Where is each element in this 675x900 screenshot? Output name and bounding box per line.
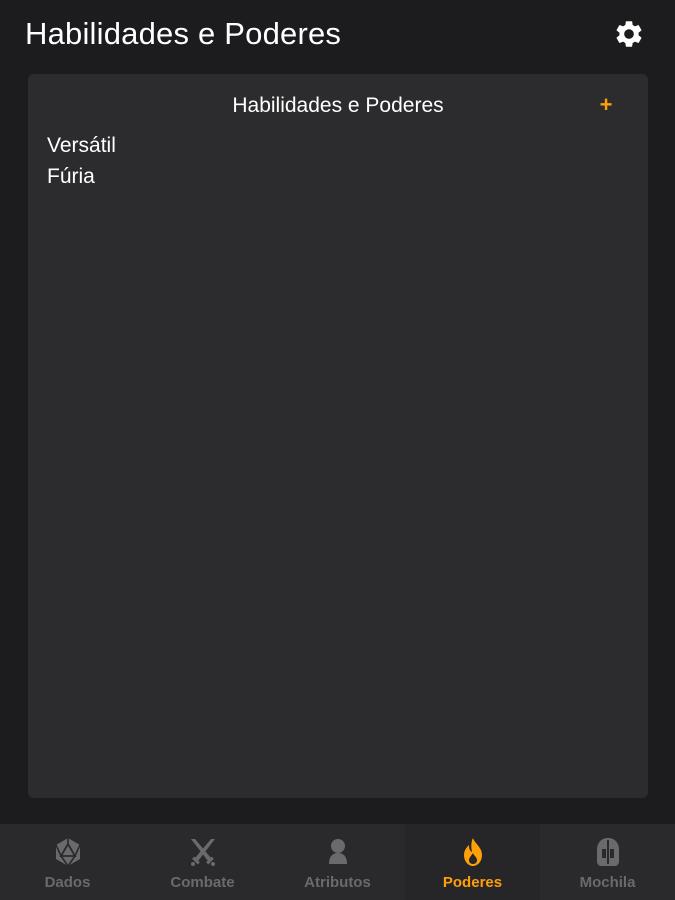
tab-label: Combate [170,874,235,891]
crossed-swords-icon [187,836,219,868]
flame-icon [457,836,489,868]
power-list: Versátil Fúria [47,130,116,192]
gear-icon [613,18,645,55]
bottom-tab-bar: Dados Combate Atributos Poderes Mochila [0,824,675,900]
person-icon [322,836,354,868]
d20-icon [52,836,84,868]
add-power-button[interactable]: + [594,91,618,119]
list-item[interactable]: Versátil [47,130,116,161]
tab-label: Poderes [442,874,503,891]
list-item[interactable]: Fúria [47,161,116,192]
app-screen: Habilidades e Poderes Habilidades e Pode… [0,0,675,900]
tab-combate[interactable]: Combate [135,824,270,900]
page-title: Habilidades e Poderes [25,16,342,51]
tab-poderes[interactable]: Poderes [405,824,540,900]
app-header: Habilidades e Poderes [0,0,675,72]
helmet-icon [592,836,624,868]
tab-label: Mochila [579,874,636,891]
tab-label: Dados [44,874,91,891]
tab-mochila[interactable]: Mochila [540,824,675,900]
tab-dados[interactable]: Dados [0,824,135,900]
card-title: Habilidades e Poderes [232,94,444,117]
tab-atributos[interactable]: Atributos [270,824,405,900]
settings-button[interactable] [611,18,647,54]
tab-label: Atributos [304,874,371,891]
powers-card: Habilidades e Poderes + Versátil Fúria [28,74,648,798]
